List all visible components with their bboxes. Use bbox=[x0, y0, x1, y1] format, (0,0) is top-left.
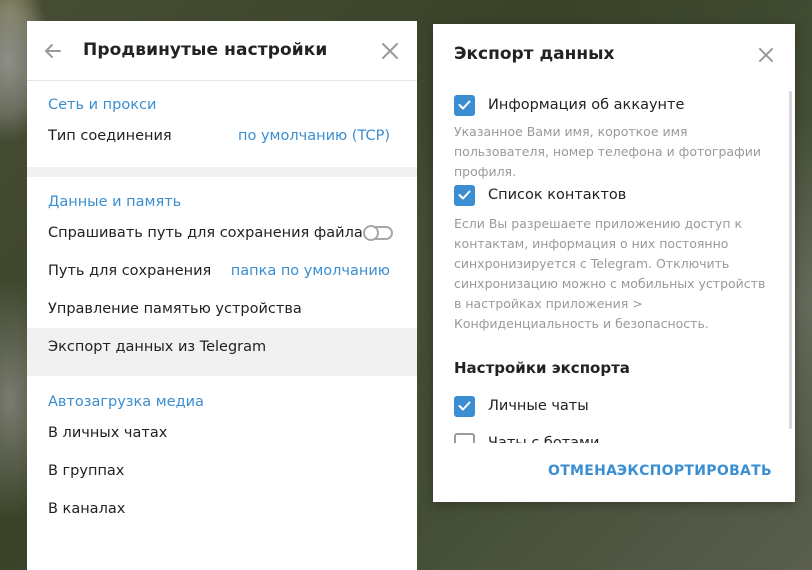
storage-management-row[interactable]: Управление памятью устройства bbox=[27, 290, 417, 328]
ask-save-path-toggle[interactable] bbox=[363, 225, 393, 241]
section-divider bbox=[27, 366, 417, 376]
row-label: Путь для сохранения bbox=[48, 263, 212, 279]
section-title-network: Сеть и прокси bbox=[48, 97, 157, 113]
contacts-list-option[interactable]: Список контактов bbox=[454, 184, 626, 206]
dialog-scrollbar[interactable] bbox=[789, 91, 792, 429]
account-info-checkbox[interactable] bbox=[454, 94, 475, 116]
bot-chats-checkbox[interactable] bbox=[454, 432, 475, 443]
row-label: В каналах bbox=[48, 501, 126, 517]
personal-chats-option[interactable]: Личные чаты bbox=[454, 395, 589, 417]
toggle-knob bbox=[363, 225, 379, 241]
export-button[interactable]: ЭКСПОРТИРОВАТЬ bbox=[617, 463, 772, 479]
row-label: В группах bbox=[48, 463, 125, 479]
dialog-footer: ОТМЕНА ЭКСПОРТИРОВАТЬ bbox=[433, 444, 795, 502]
row-label: В личных чатах bbox=[48, 425, 168, 441]
export-settings-heading: Настройки экспорта bbox=[454, 359, 630, 377]
export-telegram-data-row[interactable]: Экспорт данных из Telegram bbox=[27, 328, 417, 366]
close-icon[interactable] bbox=[758, 47, 774, 63]
checkmark-icon bbox=[458, 401, 471, 411]
autodownload-channels-row[interactable]: В каналах bbox=[27, 490, 417, 528]
section-title-media-autodownload: Автозагрузка медиа bbox=[48, 394, 204, 410]
autodownload-groups-row[interactable]: В группах bbox=[27, 452, 417, 490]
connection-type-value[interactable]: по умолчанию (TCP) bbox=[238, 117, 390, 155]
dialog-title: Экспорт данных bbox=[454, 44, 615, 64]
personal-chats-label: Личные чаты bbox=[488, 398, 589, 414]
row-label: Управление памятью устройства bbox=[48, 301, 302, 317]
row-label: Спрашивать путь для сохранения файла bbox=[48, 225, 363, 241]
save-path-value[interactable]: папка по умолчанию bbox=[231, 252, 390, 290]
settings-header: Продвинутые настройки bbox=[27, 21, 417, 81]
back-arrow-icon[interactable] bbox=[43, 41, 63, 61]
ask-save-path-row[interactable]: Спрашивать путь для сохранения файла bbox=[27, 214, 417, 252]
advanced-settings-panel: Продвинутые настройки Сеть и прокси Тип … bbox=[27, 21, 417, 570]
section-title-data-storage: Данные и память bbox=[48, 194, 182, 210]
personal-chats-checkbox[interactable] bbox=[454, 395, 475, 417]
export-data-dialog: Экспорт данных Информация об аккаунте Ук… bbox=[433, 24, 795, 502]
contacts-list-description: Если Вы разрешаете приложению доступ к к… bbox=[454, 216, 766, 331]
close-icon[interactable] bbox=[381, 42, 399, 60]
bot-chats-label: Чаты с ботами bbox=[488, 435, 600, 443]
row-label: Тип соединения bbox=[48, 128, 172, 144]
connection-type-row[interactable]: Тип соединения по умолчанию (TCP) bbox=[27, 117, 417, 155]
checkmark-icon bbox=[458, 190, 471, 200]
checkmark-icon bbox=[458, 100, 471, 110]
account-info-label: Информация об аккаунте bbox=[488, 97, 685, 113]
account-info-description: Указанное Вами имя, короткое имя пользов… bbox=[454, 124, 762, 179]
section-divider bbox=[27, 167, 417, 177]
account-info-option[interactable]: Информация об аккаунте bbox=[454, 94, 684, 116]
cancel-button[interactable]: ОТМЕНА bbox=[548, 463, 617, 479]
page-title: Продвинутые настройки bbox=[83, 40, 328, 60]
autodownload-private-chats-row[interactable]: В личных чатах bbox=[27, 414, 417, 452]
contacts-list-label: Список контактов bbox=[488, 187, 627, 203]
save-path-row[interactable]: Путь для сохранения папка по умолчанию bbox=[27, 252, 417, 290]
row-label: Экспорт данных из Telegram bbox=[48, 339, 267, 355]
dialog-body: Информация об аккаунте Указанное Вами им… bbox=[433, 84, 795, 443]
bot-chats-option[interactable]: Чаты с ботами bbox=[454, 432, 599, 443]
contacts-list-checkbox[interactable] bbox=[454, 184, 475, 206]
